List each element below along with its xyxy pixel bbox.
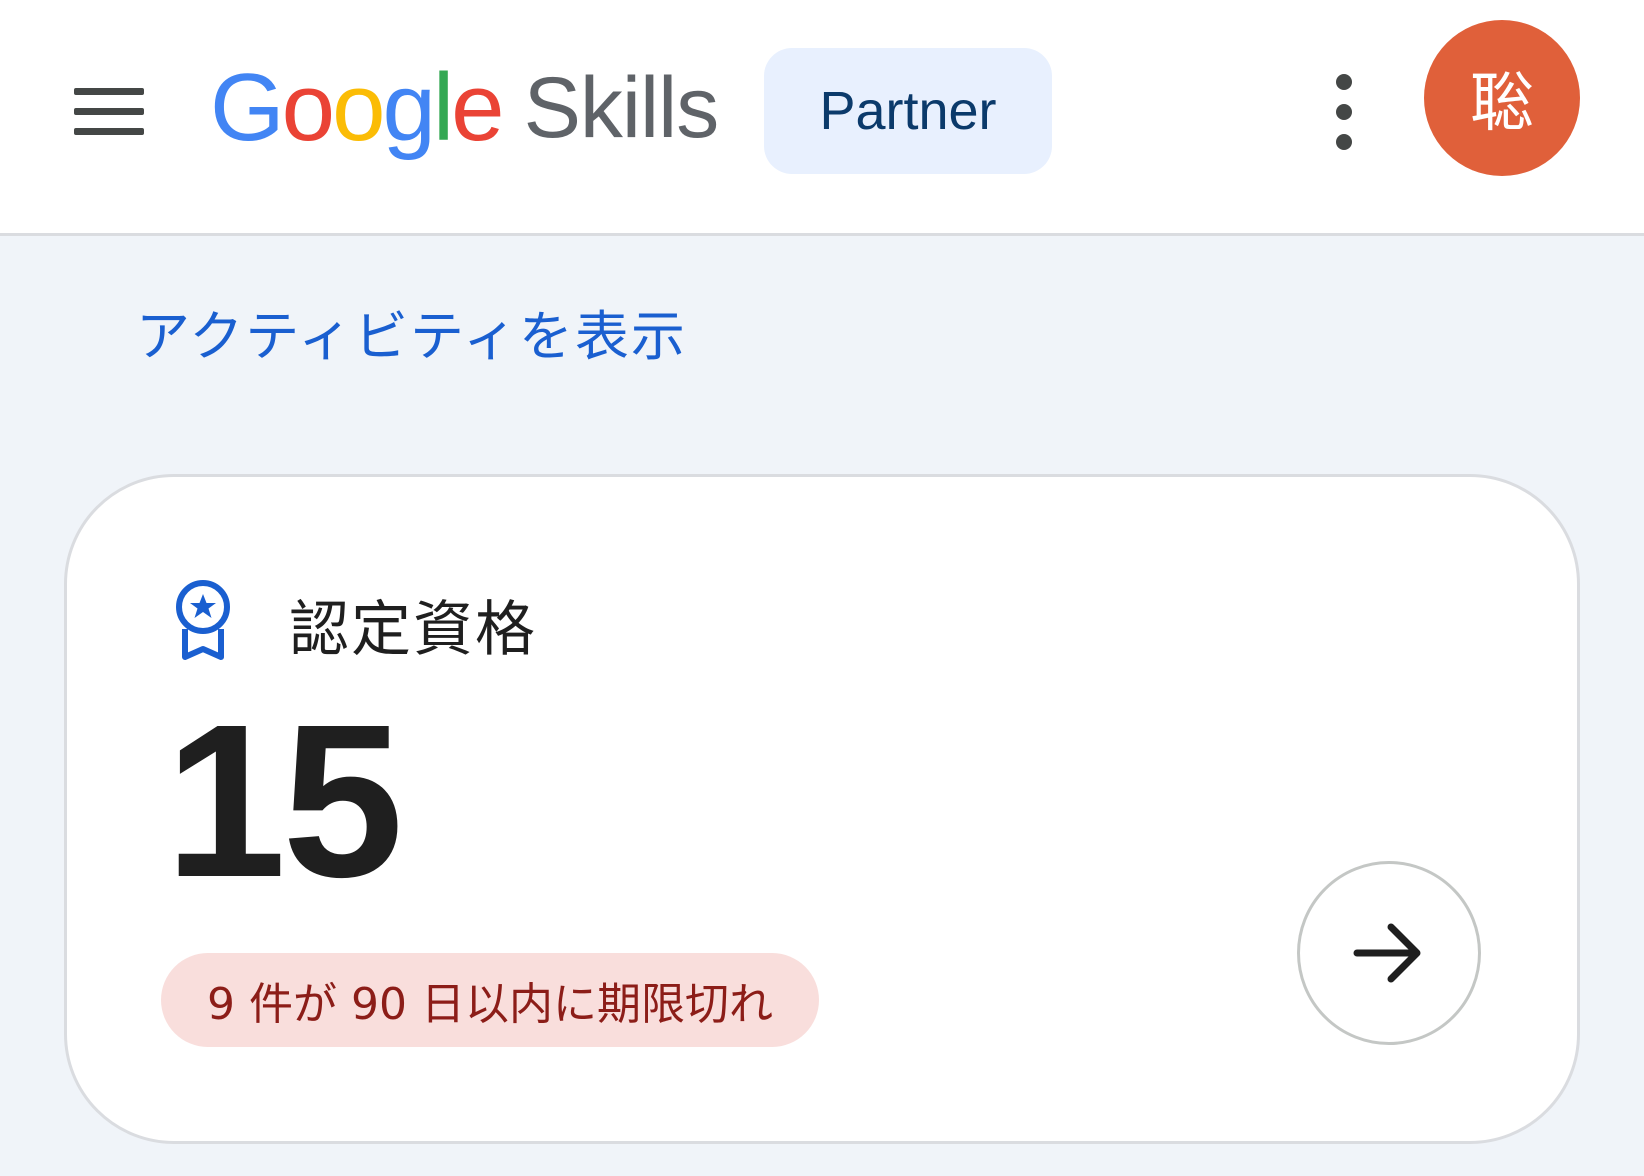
card-title: 認定資格	[289, 595, 537, 665]
logo-letter: e	[451, 54, 504, 161]
logo-letter: o	[281, 54, 335, 161]
kebab-dot	[1336, 134, 1352, 150]
kebab-dot	[1336, 74, 1352, 90]
app-header: Google Skills Partner 聡	[0, 0, 1644, 236]
certifications-card: 認定資格 15 9 件が 90 日以内に期限切れ	[64, 474, 1580, 1144]
view-activity-link[interactable]: アクティビティを表示	[136, 292, 687, 371]
kebab-dot	[1336, 104, 1352, 120]
more-options-icon[interactable]	[1314, 74, 1374, 150]
menu-icon-bar	[74, 108, 144, 115]
expiry-notice-badge: 9 件が 90 日以内に期限切れ	[161, 953, 819, 1047]
google-skills-logo[interactable]: Google Skills	[210, 48, 720, 168]
logo-letter: l	[432, 54, 454, 161]
logo-letter: o	[332, 54, 385, 161]
logo-google-wordmark: Google	[210, 60, 505, 156]
certification-count: 15	[165, 680, 403, 923]
menu-icon-bar	[74, 88, 144, 95]
menu-icon-bar	[74, 128, 144, 135]
partner-badge: Partner	[764, 48, 1052, 174]
user-avatar[interactable]: 聡	[1424, 20, 1580, 176]
logo-product-name: Skills	[523, 60, 720, 156]
menu-button[interactable]	[70, 82, 146, 142]
badge-icon	[176, 580, 230, 660]
logo-letter: g	[382, 54, 435, 161]
arrow-right-icon	[1353, 923, 1421, 983]
logo-letter: G	[210, 54, 285, 161]
open-certifications-button[interactable]	[1297, 861, 1481, 1045]
